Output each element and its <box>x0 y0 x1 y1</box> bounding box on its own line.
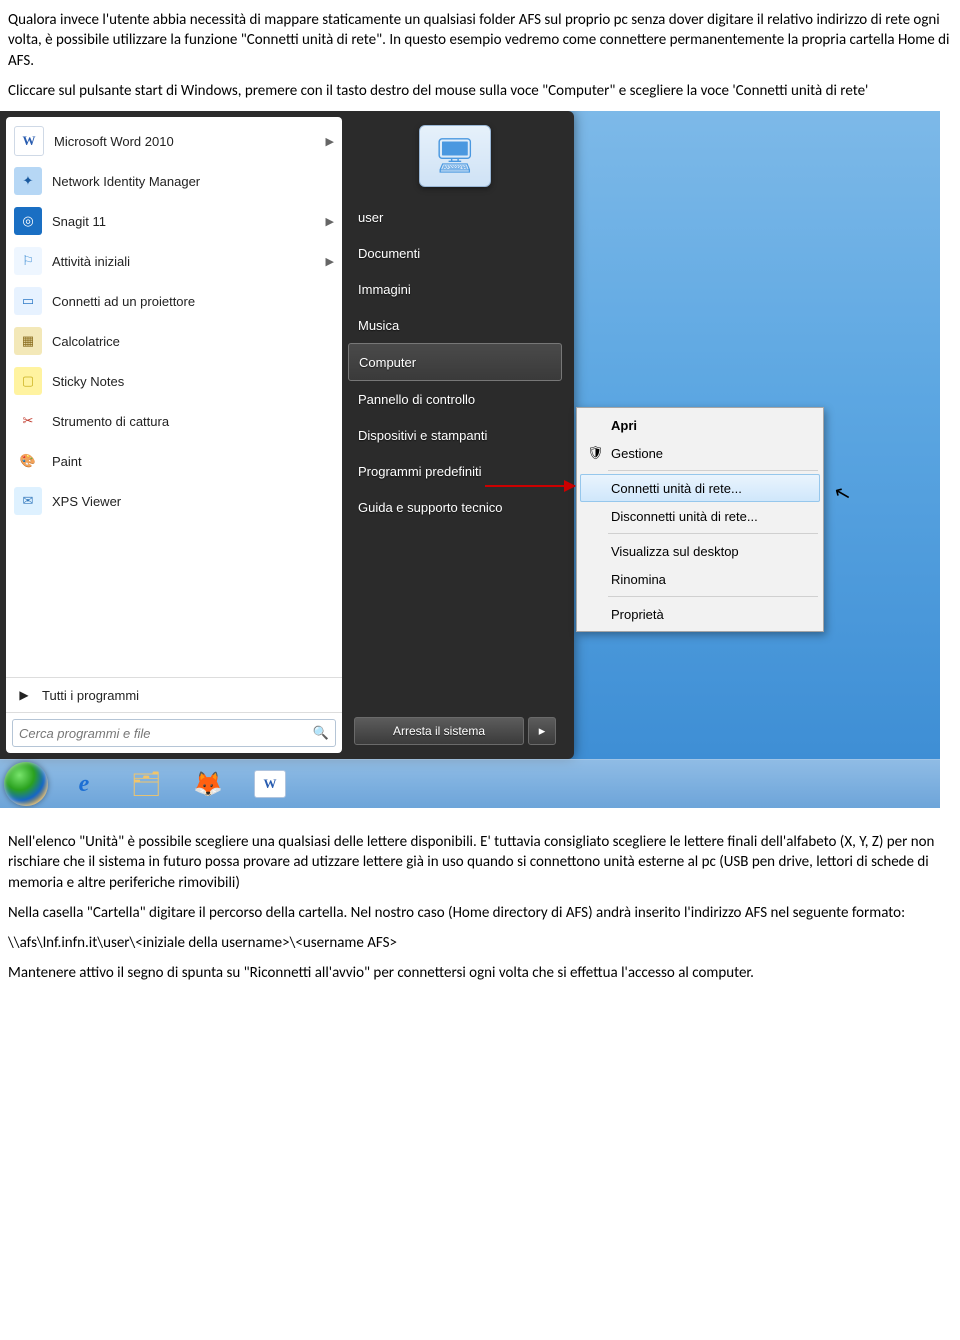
menu-separator <box>608 533 818 534</box>
paragraph-reconnect: Mantenere attivo il segno di spunta su "… <box>8 963 952 983</box>
taskbar-ie[interactable]: e <box>54 764 114 804</box>
cursor-icon: ↖ <box>831 479 854 507</box>
shutdown-button[interactable]: Arresta il sistema <box>354 717 524 745</box>
annotation-arrow <box>485 485 575 487</box>
program-label: Strumento di cattura <box>52 414 169 429</box>
search-icon: 🔍 <box>313 725 329 741</box>
submenu-arrow-icon: ▶ <box>326 215 334 228</box>
program-label: Paint <box>52 454 82 469</box>
paint-icon: 🎨 <box>14 447 42 475</box>
taskbar-explorer[interactable]: 🗂 <box>116 764 176 804</box>
word-icon: W <box>14 126 44 156</box>
search-placeholder: Cerca programmi e file <box>19 726 151 741</box>
shield-icon: 🛡 <box>587 445 604 461</box>
program-label: Snagit 11 <box>52 214 106 229</box>
scissors-icon: ✂ <box>14 407 42 435</box>
program-snipping-tool[interactable]: ✂ Strumento di cattura <box>6 401 342 441</box>
pictures-link[interactable]: Immagini <box>348 271 562 307</box>
paragraph-step: Cliccare sul pulsante start di Windows, … <box>8 81 952 101</box>
chevron-right-icon: ▶ <box>14 688 34 702</box>
program-label: Sticky Notes <box>52 374 124 389</box>
menu-separator <box>608 470 818 471</box>
search-input[interactable]: Cerca programmi e file 🔍 <box>12 719 336 747</box>
control-panel-link[interactable]: Pannello di controllo <box>348 381 562 417</box>
program-snagit[interactable]: ◎ Snagit 11 ▶ <box>6 201 342 241</box>
all-programs-button[interactable]: ▶ Tutti i programmi <box>6 677 342 712</box>
computer-link[interactable]: Computer <box>348 343 562 381</box>
program-word[interactable]: W Microsoft Word 2010 ▶ <box>6 121 342 161</box>
calculator-icon: ▦ <box>14 327 42 355</box>
default-programs-link[interactable]: Programmi predefiniti <box>348 453 562 489</box>
ie-icon: e <box>79 771 90 798</box>
context-properties[interactable]: Proprietà <box>580 600 820 628</box>
program-label: Connetti ad un proiettore <box>52 294 195 309</box>
start-menu-links-pane: 🖥 user Documenti Immagini Musica Compute… <box>342 117 568 753</box>
program-calculator[interactable]: ▦ Calcolatrice <box>6 321 342 361</box>
folder-icon: 🗂 <box>131 770 161 799</box>
context-manage-label: Gestione <box>611 446 663 461</box>
user-avatar-icon: 🖥 <box>419 125 491 187</box>
nim-icon: ✦ <box>14 167 42 195</box>
context-open[interactable]: Apri <box>580 411 820 439</box>
firefox-icon: 🦊 <box>193 770 223 799</box>
paragraph-unit: Nell'elenco "Unità" è possibile sceglier… <box>8 832 952 893</box>
context-rename[interactable]: Rinomina <box>580 565 820 593</box>
music-link[interactable]: Musica <box>348 307 562 343</box>
start-menu-programs-pane: W Microsoft Word 2010 ▶ ✦ Network Identi… <box>6 117 342 753</box>
program-xps-viewer[interactable]: ✉ XPS Viewer <box>6 481 342 521</box>
paragraph-path-intro: Nella casella "Cartella" digitare il per… <box>8 903 952 923</box>
program-label: Calcolatrice <box>52 334 120 349</box>
program-nim[interactable]: ✦ Network Identity Manager <box>6 161 342 201</box>
sticky-notes-icon: ▢ <box>14 367 42 395</box>
context-unmap-drive[interactable]: Disconnetti unità di rete... <box>580 502 820 530</box>
shutdown-options-button[interactable]: ▸ <box>528 717 556 745</box>
devices-printers-link[interactable]: Dispositivi e stampanti <box>348 417 562 453</box>
menu-separator <box>608 596 818 597</box>
submenu-arrow-icon: ▶ <box>326 255 334 268</box>
xps-icon: ✉ <box>14 487 42 515</box>
program-label: XPS Viewer <box>52 494 121 509</box>
start-button[interactable] <box>4 762 48 806</box>
paragraph-path: \\afs\lnf.infn.it\user\<iniziale della u… <box>8 933 952 953</box>
start-menu-screenshot: W Microsoft Word 2010 ▶ ✦ Network Identi… <box>0 111 940 808</box>
context-show-desktop[interactable]: Visualizza sul desktop <box>580 537 820 565</box>
snagit-icon: ◎ <box>14 207 42 235</box>
paragraph-intro: Qualora invece l'utente abbia necessità … <box>8 10 952 71</box>
help-support-link[interactable]: Guida e supporto tecnico <box>348 489 562 525</box>
submenu-arrow-icon: ▶ <box>326 135 334 148</box>
taskbar: e 🗂 🦊 W <box>0 759 940 808</box>
program-label: Attività iniziali <box>52 254 130 269</box>
documents-link[interactable]: Documenti <box>348 235 562 271</box>
context-map-drive[interactable]: Connetti unità di rete... <box>580 474 820 502</box>
taskbar-word[interactable]: W <box>240 764 300 804</box>
computer-context-menu: Apri 🛡 Gestione Connetti unità di rete..… <box>576 407 824 632</box>
program-getting-started[interactable]: ⚐ Attività iniziali ▶ <box>6 241 342 281</box>
program-label: Network Identity Manager <box>52 174 200 189</box>
getting-started-icon: ⚐ <box>14 247 42 275</box>
program-projector[interactable]: ▭ Connetti ad un proiettore <box>6 281 342 321</box>
program-paint[interactable]: 🎨 Paint <box>6 441 342 481</box>
projector-icon: ▭ <box>14 287 42 315</box>
user-link[interactable]: user <box>348 199 562 235</box>
all-programs-label: Tutti i programmi <box>42 688 139 703</box>
start-menu: W Microsoft Word 2010 ▶ ✦ Network Identi… <box>0 111 574 759</box>
taskbar-firefox[interactable]: 🦊 <box>178 764 238 804</box>
context-manage[interactable]: 🛡 Gestione <box>580 439 820 467</box>
program-label: Microsoft Word 2010 <box>54 134 174 149</box>
word-icon: W <box>254 770 286 798</box>
program-sticky-notes[interactable]: ▢ Sticky Notes <box>6 361 342 401</box>
